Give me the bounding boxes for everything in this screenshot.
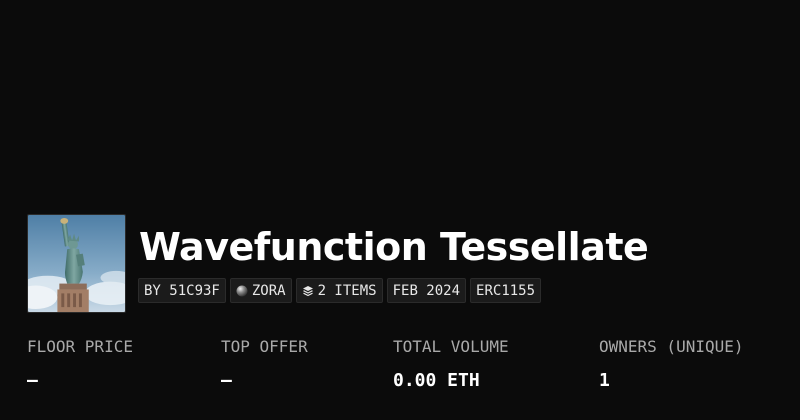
standard-tag[interactable]: ERC1155 <box>470 278 542 303</box>
zora-orb-icon <box>236 285 248 297</box>
standard-label: ERC1155 <box>476 282 536 299</box>
floor-price-stat: FLOOR PRICE — <box>27 335 133 393</box>
owners-value: 1 <box>599 370 610 391</box>
items-tag[interactable]: 2 ITEMS <box>295 278 383 303</box>
top-offer-label: TOP OFFER <box>221 337 308 356</box>
chain-label: ZORA <box>251 282 286 299</box>
top-offer-stat: TOP OFFER — <box>221 335 308 393</box>
floor-price-value: — <box>27 370 38 391</box>
collection-stats: FLOOR PRICE — TOP OFFER — TOTAL VOLUME 0… <box>0 335 800 405</box>
floor-price-label: FLOOR PRICE <box>27 337 133 356</box>
collection-page: Wavefunction Tessellate BY 51C93F ZORA 2… <box>0 0 800 420</box>
total-volume-label: TOTAL VOLUME <box>393 337 509 356</box>
layers-icon <box>302 285 314 297</box>
statue-of-liberty-image <box>28 215 125 312</box>
owners-label: OWNERS (UNIQUE) <box>599 337 744 356</box>
creator-label: BY 51C93F <box>144 282 220 299</box>
collection-thumbnail[interactable] <box>27 214 126 313</box>
collection-title: Wavefunction Tessellate <box>139 225 649 269</box>
owners-stat: OWNERS (UNIQUE) 1 <box>599 335 744 393</box>
collection-tags: BY 51C93F ZORA 2 ITEMS FEB 2024 ERC1155 <box>138 278 542 303</box>
total-volume-value: 0.00 ETH <box>393 370 480 391</box>
creator-tag[interactable]: BY 51C93F <box>138 278 226 303</box>
date-label: FEB 2024 <box>392 282 461 299</box>
top-offer-value: — <box>221 370 232 391</box>
date-tag: FEB 2024 <box>386 278 467 303</box>
total-volume-stat: TOTAL VOLUME 0.00 ETH <box>393 335 509 393</box>
chain-tag[interactable]: ZORA <box>229 278 292 303</box>
items-label: 2 ITEMS <box>317 282 377 299</box>
